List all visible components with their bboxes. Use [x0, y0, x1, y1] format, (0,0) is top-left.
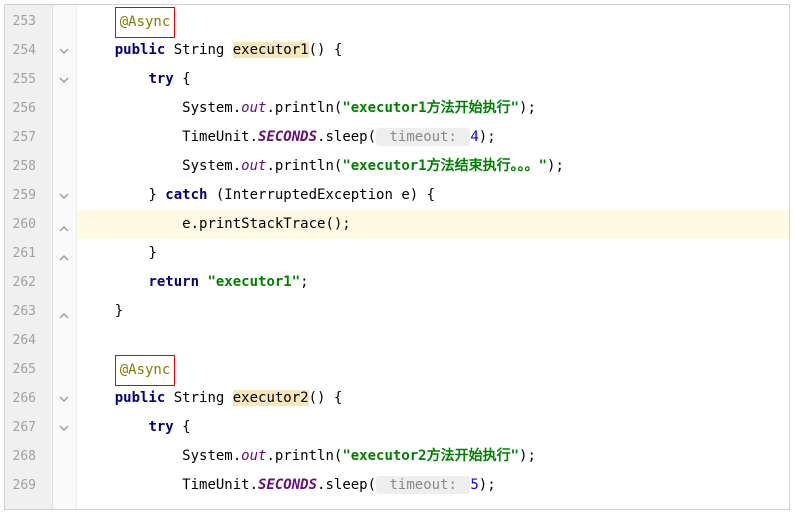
string: "executor1方法结束执行。。。" [342, 158, 547, 174]
line-number: 254 [5, 36, 52, 65]
annotation-highlight: @Async [115, 355, 176, 386]
number: 4 [470, 129, 478, 145]
type: String [165, 42, 232, 58]
ident: System. [182, 448, 241, 464]
line-number: 268 [5, 442, 52, 471]
ident: .println( [266, 158, 342, 174]
keyword: public [115, 390, 166, 406]
number: 5 [470, 477, 478, 493]
fold-close-icon[interactable] [59, 249, 69, 259]
string: "executor1" [207, 274, 300, 290]
ident: .sleep( [317, 477, 376, 493]
line-number: 269 [5, 471, 52, 500]
annotation: @Async [120, 14, 171, 30]
line-number: 266 [5, 384, 52, 413]
punct: ; [300, 274, 308, 290]
ident: e.printStackTrace(); [182, 216, 351, 232]
keyword: catch [165, 187, 207, 203]
static-field: SECONDS [258, 477, 317, 493]
keyword: return [148, 274, 199, 290]
fold-close-icon[interactable] [59, 307, 69, 317]
code-line: public String executor2() { [77, 384, 789, 413]
line-number: 253 [5, 7, 52, 36]
code-line: TimeUnit.SECONDS.sleep( timeout: 4); [77, 123, 789, 152]
punct: ); [479, 477, 496, 493]
annotation: @Async [120, 362, 171, 378]
param-hint: timeout: [376, 476, 470, 494]
punct: { [174, 71, 191, 87]
ident: .println( [266, 100, 342, 116]
code-line: @Async [77, 355, 789, 384]
method-name: executor1 [233, 42, 309, 58]
line-number: 257 [5, 123, 52, 152]
code-line-highlighted: e.printStackTrace(); [77, 210, 789, 239]
string: "executor1方法开始执行" [342, 100, 519, 116]
fold-open-icon[interactable] [59, 423, 69, 433]
line-number: 264 [5, 326, 52, 355]
ident: .sleep( [317, 129, 376, 145]
punct: { [174, 419, 191, 435]
static-field: SECONDS [258, 129, 317, 145]
punct: } [148, 245, 156, 261]
line-number: 256 [5, 94, 52, 123]
ident: TimeUnit. [182, 477, 258, 493]
annotation-highlight: @Async [115, 7, 176, 38]
code-area[interactable]: @Async public String executor1() { try {… [77, 5, 789, 509]
ident: System. [182, 100, 241, 116]
punct: } [115, 303, 123, 319]
code-line: System.out.println("executor1方法结束执行。。。")… [77, 152, 789, 181]
punct: () { [309, 390, 343, 406]
fold-open-icon[interactable] [59, 75, 69, 85]
line-number: 260 [5, 210, 52, 239]
ident: TimeUnit. [182, 129, 258, 145]
line-number: 259 [5, 181, 52, 210]
code-line [77, 326, 789, 355]
code-line: } catch (InterruptedException e) { [77, 181, 789, 210]
static-field: out [241, 158, 266, 174]
code-line: System.out.println("executor2方法开始执行"); [77, 442, 789, 471]
code-line: @Async [77, 7, 789, 36]
code-line: } [77, 239, 789, 268]
code-editor[interactable]: 253 254 255 256 257 258 259 260 261 262 … [4, 4, 790, 510]
punct: ); [519, 100, 536, 116]
method-name: executor2 [233, 390, 309, 406]
static-field: out [241, 100, 266, 116]
code-line: try { [77, 413, 789, 442]
punct: ); [519, 448, 536, 464]
line-number: 255 [5, 65, 52, 94]
ident: System. [182, 158, 241, 174]
line-number: 267 [5, 413, 52, 442]
fold-close-icon[interactable] [59, 220, 69, 230]
code-line: } [77, 297, 789, 326]
fold-open-icon[interactable] [59, 191, 69, 201]
keyword: try [148, 71, 173, 87]
fold-open-icon[interactable] [59, 394, 69, 404]
punct: () { [309, 42, 343, 58]
ident: (InterruptedException e) { [207, 187, 435, 203]
line-number-gutter: 253 254 255 256 257 258 259 260 261 262 … [5, 5, 53, 509]
line-number: 261 [5, 239, 52, 268]
punct: ); [547, 158, 564, 174]
static-field: out [241, 448, 266, 464]
param-hint: timeout: [376, 128, 470, 146]
string: "executor2方法开始执行" [342, 448, 519, 464]
ident: .println( [266, 448, 342, 464]
keyword: try [148, 419, 173, 435]
code-line: System.out.println("executor1方法开始执行"); [77, 94, 789, 123]
line-number: 258 [5, 152, 52, 181]
fold-gutter [53, 5, 77, 509]
keyword: public [115, 42, 166, 58]
punct: } [148, 187, 165, 203]
line-number: 263 [5, 297, 52, 326]
code-line: TimeUnit.SECONDS.sleep( timeout: 5); [77, 471, 789, 500]
punct: ); [479, 129, 496, 145]
line-number: 265 [5, 355, 52, 384]
code-line: public String executor1() { [77, 36, 789, 65]
code-line: return "executor1"; [77, 268, 789, 297]
line-number: 262 [5, 268, 52, 297]
fold-open-icon[interactable] [59, 46, 69, 56]
code-line: try { [77, 65, 789, 94]
type: String [165, 390, 232, 406]
